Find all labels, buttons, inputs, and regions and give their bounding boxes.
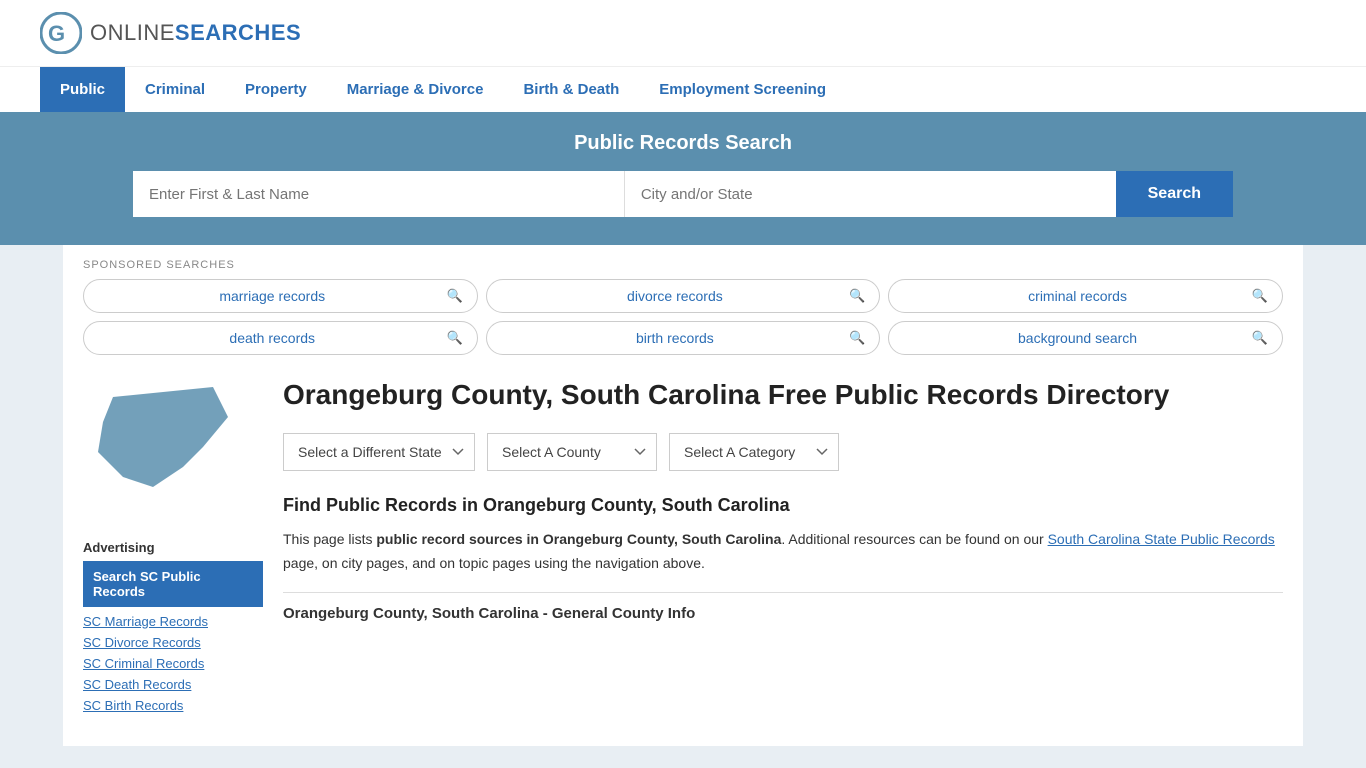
sc-state-map <box>83 377 243 517</box>
search-icon-birth: 🔍 <box>849 330 865 346</box>
sidebar-highlight-btn[interactable]: Search SC Public Records <box>83 561 263 607</box>
main-nav: Public Criminal Property Marriage & Divo… <box>0 66 1366 112</box>
svg-text:G: G <box>48 21 65 46</box>
section-divider <box>283 592 1283 593</box>
sponsored-label: SPONSORED SEARCHES <box>83 245 1283 279</box>
main-content: Orangeburg County, South Carolina Free P… <box>283 377 1283 716</box>
location-search-input[interactable] <box>625 171 1116 217</box>
county-info-title: Orangeburg County, South Carolina - Gene… <box>283 605 1283 622</box>
nav-item-criminal[interactable]: Criminal <box>125 67 225 112</box>
sidebar: Advertising Search SC Public Records SC … <box>83 377 263 716</box>
description-text: This page lists public record sources in… <box>283 528 1283 576</box>
category-dropdown[interactable]: Select A Category <box>669 433 839 471</box>
search-icon-background: 🔍 <box>1252 330 1268 346</box>
sponsored-grid: marriage records 🔍 divorce records 🔍 cri… <box>83 279 1283 355</box>
search-icon-marriage: 🔍 <box>446 288 462 304</box>
sponsored-item-criminal[interactable]: criminal records 🔍 <box>888 279 1283 313</box>
search-banner-title: Public Records Search <box>40 132 1326 155</box>
page-title: Orangeburg County, South Carolina Free P… <box>283 377 1283 413</box>
search-button[interactable]: Search <box>1116 171 1233 217</box>
sidebar-link-criminal[interactable]: SC Criminal Records <box>83 653 263 674</box>
logo-icon: G <box>40 12 82 54</box>
sidebar-link-birth[interactable]: SC Birth Records <box>83 695 263 716</box>
header: G ONLINESEARCHES <box>0 0 1366 66</box>
search-icon-criminal: 🔍 <box>1252 288 1268 304</box>
search-banner: Public Records Search Search <box>0 112 1366 245</box>
nav-inner: Public Criminal Property Marriage & Divo… <box>0 67 1366 112</box>
sponsored-item-marriage[interactable]: marriage records 🔍 <box>83 279 478 313</box>
sidebar-link-death[interactable]: SC Death Records <box>83 674 263 695</box>
state-dropdown[interactable]: Select a Different State <box>283 433 475 471</box>
find-records-title: Find Public Records in Orangeburg County… <box>283 495 1283 516</box>
logo-text: ONLINESEARCHES <box>90 20 301 46</box>
county-dropdown[interactable]: Select A County <box>487 433 657 471</box>
sidebar-link-marriage[interactable]: SC Marriage Records <box>83 611 263 632</box>
logo-online: ONLINE <box>90 20 175 45</box>
name-search-input[interactable] <box>133 171 625 217</box>
dropdown-row: Select a Different State Select A County… <box>283 433 1283 471</box>
sponsored-item-death[interactable]: death records 🔍 <box>83 321 478 355</box>
nav-item-public[interactable]: Public <box>40 67 125 112</box>
search-icon-divorce: 🔍 <box>849 288 865 304</box>
nav-item-marriage-divorce[interactable]: Marriage & Divorce <box>327 67 504 112</box>
sponsored-item-background[interactable]: background search 🔍 <box>888 321 1283 355</box>
search-icon-death: 🔍 <box>446 330 462 346</box>
search-row: Search <box>133 171 1233 217</box>
nav-item-property[interactable]: Property <box>225 67 327 112</box>
sponsored-item-birth[interactable]: birth records 🔍 <box>486 321 881 355</box>
content-area: Advertising Search SC Public Records SC … <box>83 367 1283 716</box>
sc-public-records-link[interactable]: South Carolina State Public Records <box>1048 531 1275 547</box>
nav-item-employment[interactable]: Employment Screening <box>639 67 846 112</box>
logo: G ONLINESEARCHES <box>40 12 301 54</box>
sidebar-link-divorce[interactable]: SC Divorce Records <box>83 632 263 653</box>
sponsored-item-divorce[interactable]: divorce records 🔍 <box>486 279 881 313</box>
main-wrapper: SPONSORED SEARCHES marriage records 🔍 di… <box>63 245 1303 746</box>
sidebar-advertising-label: Advertising <box>83 540 263 555</box>
nav-item-birth-death[interactable]: Birth & Death <box>503 67 639 112</box>
logo-searches: SEARCHES <box>175 20 301 45</box>
